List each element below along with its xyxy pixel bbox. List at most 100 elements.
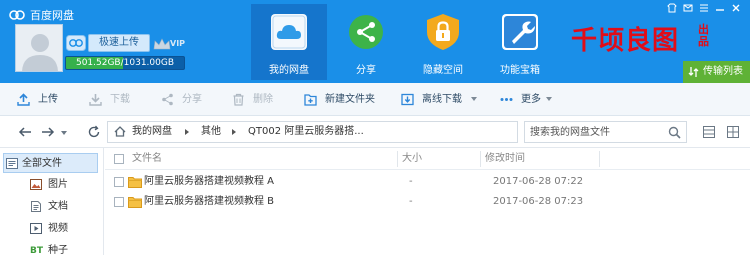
file-list: 文件名 大小 修改时间 阿里云服务器搭建视频教程 A - 2017-06-28 … <box>105 148 750 255</box>
share-label: 分享 <box>182 94 202 105</box>
select-all-checkbox[interactable] <box>114 154 124 164</box>
tab-my-drive[interactable]: 我的网盘 <box>251 4 327 80</box>
transfer-list-label: 传输列表 <box>703 66 743 77</box>
download-icon <box>89 94 102 106</box>
sidebar-item-documents[interactable]: 文档 <box>0 197 100 217</box>
column-divider[interactable] <box>397 151 398 167</box>
sidebar-item-images[interactable]: 图片 <box>0 175 100 195</box>
new-folder-button[interactable]: 新建文件夹 <box>304 83 384 116</box>
column-header-modified[interactable]: 修改时间 <box>485 148 525 170</box>
cloud-sync-icon[interactable] <box>66 35 86 51</box>
more-button[interactable]: 更多 <box>500 83 552 116</box>
search-input[interactable] <box>530 124 660 140</box>
table-row[interactable]: 阿里云服务器搭建视频教程 A - 2017-06-28 07:22 <box>105 173 750 191</box>
delete-button[interactable]: 删除 <box>232 83 282 116</box>
offline-download-button[interactable]: 离线下载 <box>401 83 477 116</box>
app-header: 百度网盘 极速上传 VIP 501.52GB/1031.00GB 我的网盘 分享… <box>0 0 750 83</box>
column-divider[interactable] <box>480 151 481 167</box>
grid-view-icon[interactable] <box>727 126 739 138</box>
forward-arrow-icon[interactable] <box>41 125 55 139</box>
home-icon[interactable] <box>114 126 126 137</box>
breadcrumb-other[interactable]: 其他 <box>201 122 221 142</box>
file-modified: 2017-06-28 07:23 <box>493 196 584 207</box>
storage-usage-bar: 501.52GB/1031.00GB <box>65 56 185 70</box>
bt-seed-icon: BT <box>30 246 43 255</box>
share-small-icon <box>162 93 173 106</box>
close-icon[interactable] <box>730 2 742 14</box>
transfer-icon <box>688 67 699 77</box>
upload-button[interactable]: 上传 <box>17 83 67 116</box>
sidebar-item-label: 图片 <box>48 179 68 190</box>
wrench-icon <box>502 14 538 50</box>
search-box <box>524 121 687 143</box>
new-folder-icon <box>304 94 317 106</box>
lock-icon <box>427 14 459 50</box>
app-title: 百度网盘 <box>30 9 74 22</box>
chevron-down-icon <box>546 97 552 101</box>
cloud-drive-icon <box>271 14 307 50</box>
skin-icon[interactable] <box>666 2 678 14</box>
search-icon[interactable] <box>668 126 681 139</box>
trash-icon <box>233 93 244 106</box>
window-controls <box>666 2 746 16</box>
file-list-header: 文件名 大小 修改时间 <box>105 148 750 170</box>
table-row[interactable]: 阿里云服务器搭建视频教程 B - 2017-06-28 07:23 <box>105 193 750 211</box>
sidebar-item-videos[interactable]: 视频 <box>0 219 100 239</box>
more-dots-icon <box>500 98 513 101</box>
tab-label: 我的网盘 <box>269 65 309 76</box>
menu-icon[interactable] <box>698 2 710 14</box>
refresh-icon[interactable] <box>87 125 101 139</box>
tab-label: 隐藏空间 <box>423 65 463 76</box>
sidebar-item-seeds[interactable]: BT 种子 <box>0 241 100 255</box>
document-icon <box>31 201 41 212</box>
upload-label: 上传 <box>38 94 58 105</box>
file-size: - <box>409 196 413 207</box>
minimize-icon[interactable] <box>714 2 726 14</box>
vip-label: VIP <box>170 39 186 48</box>
file-name: 阿里云服务器搭建视频教程 A <box>144 176 275 187</box>
default-avatar-icon <box>22 34 58 71</box>
transfer-list-button[interactable]: 传输列表 <box>683 61 750 83</box>
avatar[interactable] <box>15 24 63 72</box>
breadcrumb-separator-icon[interactable] <box>185 129 189 135</box>
download-button[interactable]: 下载 <box>89 83 139 116</box>
breadcrumb: 我的网盘 其他 QT002 阿里云服务器搭... <box>107 121 518 143</box>
baidu-cloud-logo-icon <box>9 10 25 20</box>
share-icon <box>349 15 383 49</box>
delete-label: 删除 <box>253 94 273 105</box>
row-checkbox[interactable] <box>114 197 124 207</box>
sidebar-item-label: 文档 <box>48 201 68 212</box>
file-name: 阿里云服务器搭建视频教程 B <box>144 196 275 207</box>
new-folder-label: 新建文件夹 <box>325 94 375 105</box>
folder-icon <box>128 197 142 208</box>
more-label: 更多 <box>521 94 541 105</box>
column-header-filename[interactable]: 文件名 <box>132 148 162 170</box>
file-size: - <box>409 176 413 187</box>
history-dropdown-icon[interactable] <box>61 131 67 135</box>
column-header-size[interactable]: 大小 <box>402 148 422 170</box>
offline-download-icon <box>401 93 414 106</box>
tab-hidden-space[interactable]: 隐藏空间 <box>405 4 481 80</box>
column-divider[interactable] <box>599 151 600 167</box>
tab-label: 功能宝箱 <box>500 65 540 76</box>
sidebar: 全部文件 图片 文档 视频 BT 种子 <box>0 148 104 255</box>
share-button[interactable]: 分享 <box>161 83 211 116</box>
list-view-icon[interactable] <box>703 126 715 138</box>
sidebar-item-all-files[interactable]: 全部文件 <box>3 153 98 173</box>
image-icon <box>30 179 42 190</box>
tab-toolbox[interactable]: 功能宝箱 <box>482 4 558 80</box>
back-arrow-icon[interactable] <box>18 125 32 139</box>
breadcrumb-my-drive[interactable]: 我的网盘 <box>132 122 172 142</box>
speed-upload-button[interactable]: 极速上传 <box>88 34 150 52</box>
upload-icon <box>17 93 30 106</box>
watermark-text: 千顷良图 <box>571 26 680 56</box>
address-bar: 我的网盘 其他 QT002 阿里云服务器搭... <box>0 116 750 148</box>
watermark: 千顷良图 出品 <box>571 20 721 60</box>
tab-share[interactable]: 分享 <box>328 4 404 80</box>
row-checkbox[interactable] <box>114 177 124 187</box>
video-icon <box>30 223 42 234</box>
breadcrumb-separator-icon[interactable] <box>232 129 236 135</box>
notification-icon[interactable] <box>682 2 694 14</box>
breadcrumb-current-folder[interactable]: QT002 阿里云服务器搭... <box>248 122 364 142</box>
chevron-down-icon <box>471 97 477 101</box>
